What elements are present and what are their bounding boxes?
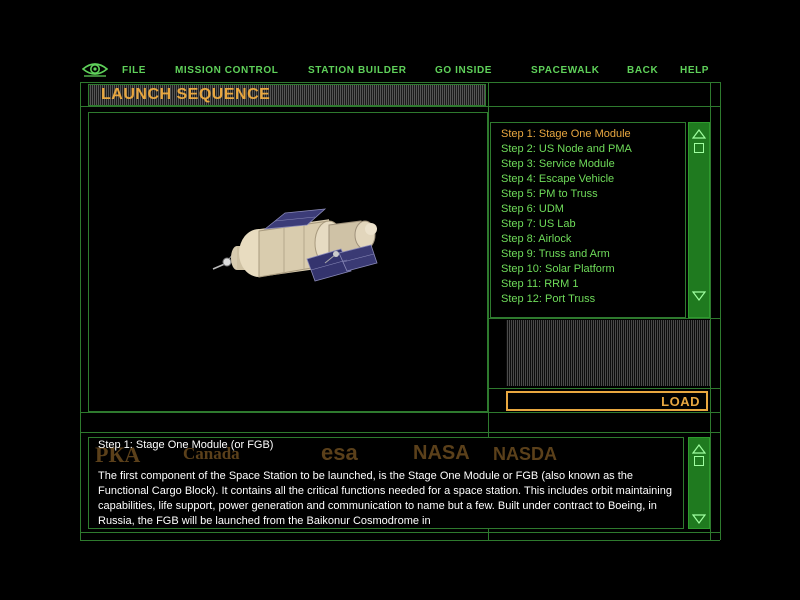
- frame-line: [488, 318, 720, 319]
- load-button[interactable]: LOAD: [506, 391, 708, 411]
- station-model-image: [212, 208, 378, 282]
- step-item[interactable]: Step 1: Stage One Module: [501, 127, 685, 142]
- title-bar: LAUNCH SEQUENCE: [88, 84, 486, 106]
- scroll-down-icon[interactable]: [692, 514, 706, 524]
- nav-spacewalk[interactable]: SPACEWALK: [531, 65, 600, 76]
- decorative-grille: [506, 320, 710, 386]
- step-list-scrollbar[interactable]: [688, 122, 710, 318]
- frame-line: [80, 432, 720, 433]
- scroll-up-icon[interactable]: [692, 444, 706, 454]
- nav-help[interactable]: HELP: [680, 65, 709, 76]
- step-item[interactable]: Step 4: Escape Vehicle: [501, 172, 685, 187]
- nav-file[interactable]: FILE: [122, 65, 146, 76]
- step-item[interactable]: Step 7: US Lab: [501, 217, 685, 232]
- nav-station-builder[interactable]: STATION BUILDER: [308, 65, 407, 76]
- step-item[interactable]: Step 8: Airlock: [501, 232, 685, 247]
- step-description-panel: РКА Canada esa NASA NASDA Step 1: Stage …: [88, 437, 684, 529]
- eye-icon[interactable]: [82, 60, 108, 78]
- frame-line: [720, 82, 721, 540]
- nav-go-inside[interactable]: GO INSIDE: [435, 65, 492, 76]
- step-item[interactable]: Step 9: Truss and Arm: [501, 247, 685, 262]
- top-nav: FILE MISSION CONTROL STATION BUILDER GO …: [80, 60, 720, 80]
- frame-line: [80, 532, 720, 533]
- frame-line: [80, 106, 720, 107]
- station-viewport[interactable]: [88, 112, 488, 412]
- esa-logo: esa: [321, 440, 358, 465]
- step-description-title: Step 1: Stage One Module (or FGB): [98, 439, 274, 451]
- frame-line: [80, 540, 720, 541]
- step-description-text: The first component of the Space Station…: [98, 470, 672, 527]
- frame-line: [710, 82, 711, 540]
- frame-line: [80, 82, 720, 83]
- scroll-thumb[interactable]: [694, 456, 704, 466]
- step-item[interactable]: Step 5: PM to Truss: [501, 187, 685, 202]
- frame-line: [488, 388, 720, 389]
- step-item[interactable]: Step 2: US Node and PMA: [501, 142, 685, 157]
- step-item[interactable]: Step 11: RRM 1: [501, 277, 685, 292]
- description-scrollbar[interactable]: [688, 437, 710, 529]
- step-item[interactable]: Step 6: UDM: [501, 202, 685, 217]
- nasa-logo: NASA: [413, 442, 470, 464]
- frame-line: [80, 82, 81, 540]
- step-list[interactable]: Step 1: Stage One Module Step 2: US Node…: [490, 122, 686, 318]
- load-button-label: LOAD: [661, 394, 700, 409]
- step-item[interactable]: Step 3: Service Module: [501, 157, 685, 172]
- page-title: LAUNCH SEQUENCE: [101, 86, 271, 103]
- nav-back[interactable]: BACK: [627, 65, 658, 76]
- nasda-logo: NASDA: [493, 444, 558, 464]
- scroll-down-icon[interactable]: [692, 291, 706, 301]
- step-item[interactable]: Step 10: Solar Platform: [501, 262, 685, 277]
- scroll-up-icon[interactable]: [692, 129, 706, 139]
- nav-mission-control[interactable]: MISSION CONTROL: [175, 65, 278, 76]
- scroll-thumb[interactable]: [694, 143, 704, 153]
- step-item[interactable]: Step 12: Port Truss: [501, 292, 685, 307]
